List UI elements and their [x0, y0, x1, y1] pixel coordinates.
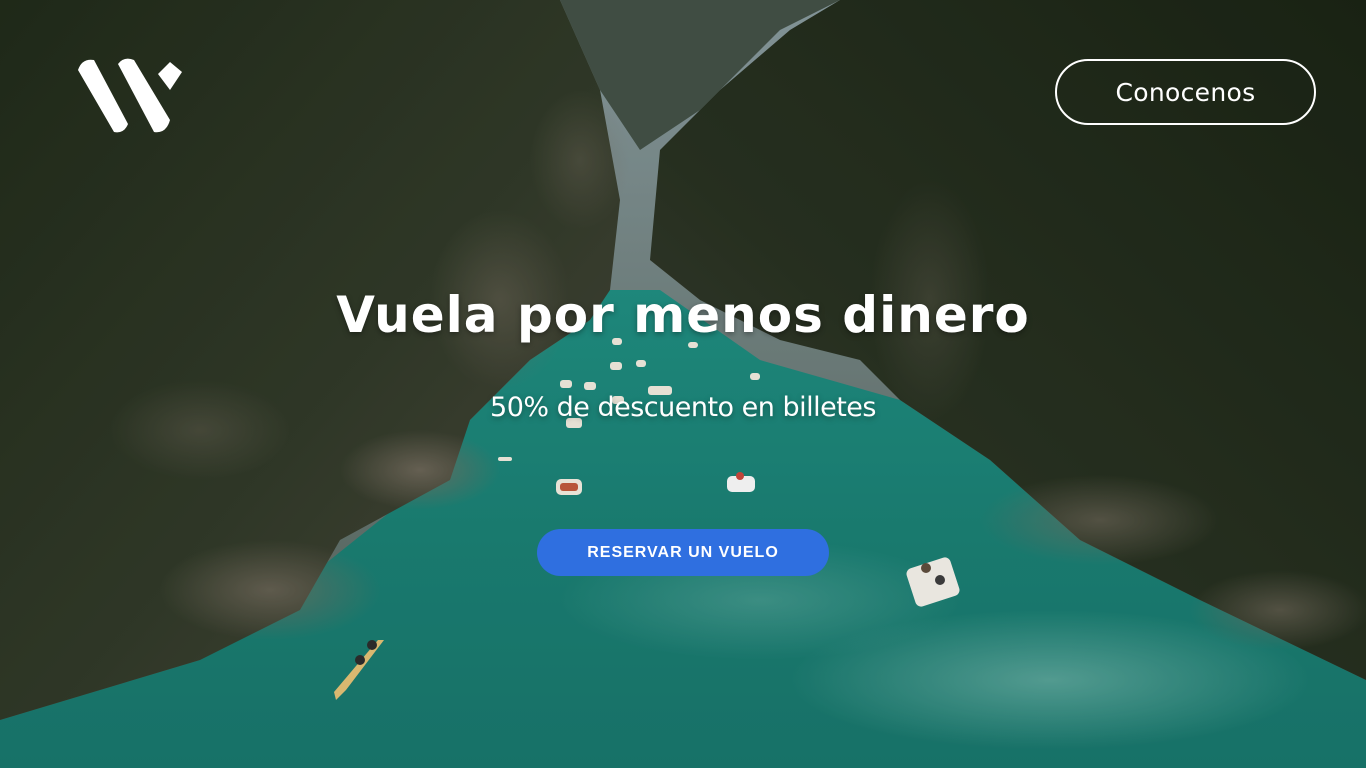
- hero-section: Conocenos Vuela por menos dinero 50% de …: [0, 0, 1366, 768]
- hero-subtitle: 50% de descuento en billetes: [490, 392, 876, 423]
- w-logo-icon: [78, 58, 182, 133]
- book-flight-button[interactable]: RESERVAR UN VUELO: [537, 529, 829, 576]
- about-us-button[interactable]: Conocenos: [1055, 59, 1316, 125]
- hero-title: Vuela por menos dinero: [336, 286, 1030, 344]
- boat-icon: [556, 479, 582, 495]
